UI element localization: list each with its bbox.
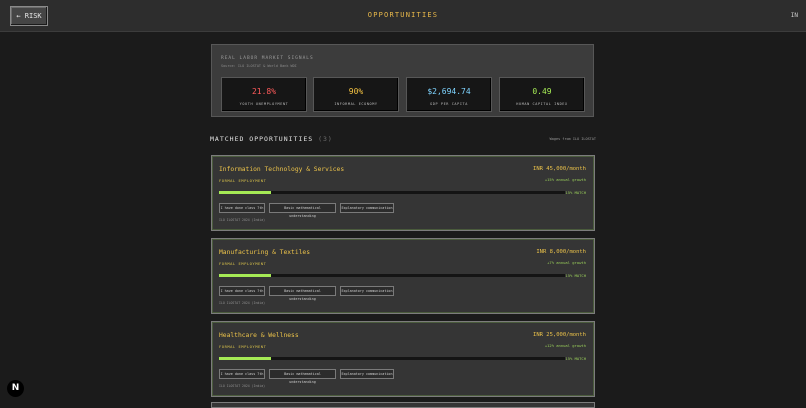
stat-value: 0.49 bbox=[532, 87, 552, 96]
match-progress-fill bbox=[219, 191, 271, 194]
opportunity-growth: +15% annual growth bbox=[544, 177, 586, 182]
skill-chip: I have done class 7th bbox=[219, 369, 265, 379]
opportunity-growth: +12% annual growth bbox=[544, 343, 586, 348]
skill-chip: Explanatory communication bbox=[340, 369, 394, 379]
skill-chip: Explanatory communication bbox=[340, 286, 394, 296]
opportunity-sector: FORMAL EMPLOYMENT bbox=[219, 344, 267, 349]
match-progress-fill bbox=[219, 357, 271, 360]
opportunity-card[interactable]: Healthcare & Wellness FORMAL EMPLOYMENT … bbox=[211, 321, 595, 397]
skill-chip: I have done class 7th bbox=[219, 286, 265, 296]
page-title: OPPORTUNITIES bbox=[367, 11, 439, 19]
opportunity-card-partial[interactable] bbox=[211, 402, 595, 408]
data-citation: ILO ILOSTAT 2024 (India) bbox=[219, 301, 266, 305]
match-progress-bar bbox=[219, 357, 565, 360]
match-progress-bar bbox=[219, 191, 565, 194]
opportunity-wage: INR 25,000/month bbox=[533, 332, 586, 338]
skill-chip: Basic mathematical understanding bbox=[269, 286, 336, 301]
skill-chip: Basic mathematical understanding bbox=[269, 369, 336, 384]
match-progress-bar bbox=[219, 274, 565, 277]
stat-value: 21.8% bbox=[251, 87, 277, 96]
opportunity-title: Information Technology & Services bbox=[219, 166, 345, 173]
signals-source: Source: ILO ILOSTAT & World Bank WDI bbox=[221, 64, 297, 68]
stat-informal-economy: 90% INFORMAL ECONOMY bbox=[313, 77, 399, 112]
opportunity-title: Manufacturing & Textiles bbox=[219, 249, 310, 256]
stat-value: $2,694.74 bbox=[427, 87, 471, 96]
skill-chip: I have done class 7th bbox=[219, 203, 265, 213]
opportunity-card[interactable]: Manufacturing & Textiles FORMAL EMPLOYME… bbox=[211, 238, 595, 314]
matched-opportunities-heading: MATCHED OPPORTUNITIES (3) bbox=[210, 135, 333, 143]
opportunity-wage: INR 45,000/month bbox=[533, 166, 586, 172]
match-progress-fill bbox=[219, 274, 271, 277]
stat-label: GDP PER CAPITA bbox=[430, 102, 468, 106]
opportunity-card[interactable]: Information Technology & Services FORMAL… bbox=[211, 155, 595, 231]
top-bar: ← RISK OPPORTUNITIES IN bbox=[0, 0, 806, 32]
skill-chip: Explanatory communication bbox=[340, 203, 394, 213]
match-percentage: 15% MATCH bbox=[565, 273, 586, 278]
signals-title: REAL LABOR MARKET SIGNALS bbox=[221, 56, 314, 61]
match-percentage: 15% MATCH bbox=[565, 356, 586, 361]
stat-label: HUMAN CAPITAL INDEX bbox=[516, 102, 568, 106]
data-citation: ILO ILOSTAT 2024 (India) bbox=[219, 384, 266, 388]
matched-heading-text: MATCHED OPPORTUNITIES bbox=[210, 135, 314, 143]
stat-human-capital-index: 0.49 HUMAN CAPITAL INDEX bbox=[499, 77, 585, 112]
labor-market-signals-panel: REAL LABOR MARKET SIGNALS Source: ILO IL… bbox=[211, 44, 594, 117]
stat-label: INFORMAL ECONOMY bbox=[334, 102, 378, 106]
stat-youth-unemployment: 21.8% YOUTH UNEMPLOYMENT bbox=[221, 77, 307, 112]
country-code: IN bbox=[790, 12, 798, 19]
opportunity-sector: FORMAL EMPLOYMENT bbox=[219, 261, 267, 266]
dev-tools-badge[interactable]: N bbox=[7, 380, 24, 397]
opportunity-title: Healthcare & Wellness bbox=[219, 332, 299, 339]
match-percentage: 15% MATCH bbox=[565, 190, 586, 195]
opportunity-wage: INR 8,000/month bbox=[536, 249, 586, 255]
wage-source-note: Wages from ILO ILOSTAT bbox=[549, 137, 596, 141]
matched-count: (3) bbox=[318, 135, 333, 143]
opportunity-growth: +7% annual growth bbox=[547, 260, 586, 265]
stat-label: YOUTH UNEMPLOYMENT bbox=[239, 102, 289, 106]
skill-chip: Basic mathematical understanding bbox=[269, 203, 336, 218]
data-citation: ILO ILOSTAT 2024 (India) bbox=[219, 218, 266, 222]
stat-value: 90% bbox=[348, 87, 364, 96]
stat-gdp-per-capita: $2,694.74 GDP PER CAPITA bbox=[406, 77, 492, 112]
opportunity-sector: FORMAL EMPLOYMENT bbox=[219, 178, 267, 183]
